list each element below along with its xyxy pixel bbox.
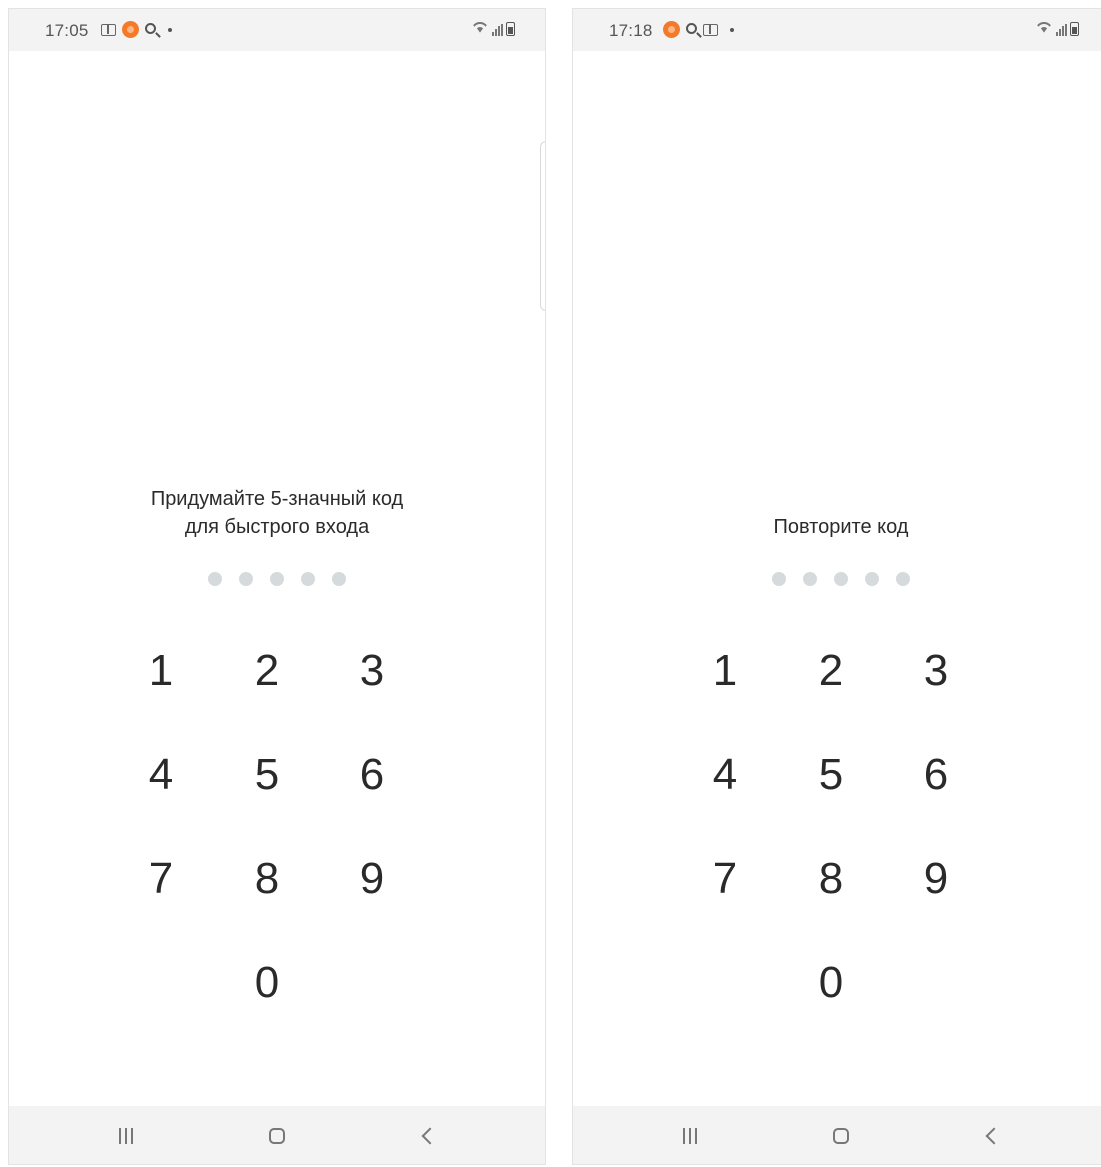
search-icon <box>686 22 697 34</box>
key-1[interactable]: 1 <box>116 636 206 706</box>
status-bar: 17:05 <box>9 9 545 51</box>
code-prompt: Придумайте 5-значный код для быстрого вх… <box>9 485 545 541</box>
back-button[interactable] <box>972 1124 1012 1148</box>
home-icon <box>269 1128 285 1144</box>
signal-icon <box>492 24 503 36</box>
key-6[interactable]: 6 <box>327 740 417 810</box>
book-icon <box>101 23 116 36</box>
system-icons <box>471 22 515 36</box>
key-6[interactable]: 6 <box>891 740 981 810</box>
key-5[interactable]: 5 <box>786 740 876 810</box>
pin-indicator <box>573 572 1101 586</box>
pin-dot <box>208 572 222 586</box>
pin-dot <box>270 572 284 586</box>
pin-dot <box>803 572 817 586</box>
recent-apps-icon <box>119 1128 133 1144</box>
key-2[interactable]: 2 <box>786 636 876 706</box>
key-8[interactable]: 8 <box>786 844 876 914</box>
key-2[interactable]: 2 <box>222 636 312 706</box>
dot-icon <box>168 27 172 32</box>
code-prompt: Повторите код <box>573 513 1101 541</box>
home-icon <box>833 1128 849 1144</box>
prompt-line: для быстрого входа <box>184 516 370 538</box>
key-3[interactable]: 3 <box>891 636 981 706</box>
back-button[interactable] <box>408 1124 448 1148</box>
wifi-icon <box>471 22 489 36</box>
dot-icon <box>730 27 734 32</box>
home-button[interactable] <box>257 1124 297 1148</box>
book-icon <box>703 23 718 36</box>
key-1[interactable]: 1 <box>680 636 770 706</box>
key-7[interactable]: 7 <box>116 844 206 914</box>
system-icons <box>1035 22 1079 36</box>
pin-dot <box>301 572 315 586</box>
notification-icons <box>101 21 172 38</box>
key-4[interactable]: 4 <box>116 740 206 810</box>
key-8[interactable]: 8 <box>222 844 312 914</box>
phone-screen-repeat-code: 17:18 Повторите код 1 2 3 4 5 6 7 8 9 0 <box>572 8 1101 1165</box>
pin-dot <box>332 572 346 586</box>
status-bar: 17:18 <box>573 9 1101 51</box>
edge-panel-handle[interactable] <box>540 141 545 311</box>
home-button[interactable] <box>821 1124 861 1148</box>
pin-indicator <box>9 572 545 586</box>
battery-icon <box>1070 22 1079 36</box>
key-0[interactable]: 0 <box>786 948 876 1018</box>
prompt-line: Повторите код <box>773 516 909 538</box>
key-0[interactable]: 0 <box>222 948 312 1018</box>
app-notification-icon <box>122 21 139 38</box>
wifi-icon <box>1035 22 1053 36</box>
key-7[interactable]: 7 <box>680 844 770 914</box>
key-3[interactable]: 3 <box>327 636 417 706</box>
prompt-line: Придумайте 5-значный код <box>150 488 404 510</box>
key-9[interactable]: 9 <box>891 844 981 914</box>
app-notification-icon <box>663 21 680 38</box>
navigation-bar <box>573 1106 1101 1164</box>
notification-icons <box>663 21 734 38</box>
phone-screen-create-code: 17:05 Придумайте 5-значный код для быстр… <box>8 8 546 1165</box>
navigation-bar <box>9 1106 545 1164</box>
back-icon <box>985 1127 1003 1145</box>
pin-dot <box>772 572 786 586</box>
status-time: 17:05 <box>45 21 89 40</box>
back-icon <box>421 1127 439 1145</box>
pin-dot <box>239 572 253 586</box>
signal-icon <box>1056 24 1067 36</box>
key-9[interactable]: 9 <box>327 844 417 914</box>
key-5[interactable]: 5 <box>222 740 312 810</box>
pin-dot <box>865 572 879 586</box>
recent-apps-button[interactable] <box>670 1124 710 1148</box>
battery-icon <box>506 22 515 36</box>
recent-apps-button[interactable] <box>106 1124 146 1148</box>
status-time: 17:18 <box>609 21 653 40</box>
pin-dot <box>834 572 848 586</box>
key-4[interactable]: 4 <box>680 740 770 810</box>
pin-dot <box>896 572 910 586</box>
search-icon <box>145 22 156 34</box>
recent-apps-icon <box>683 1128 697 1144</box>
